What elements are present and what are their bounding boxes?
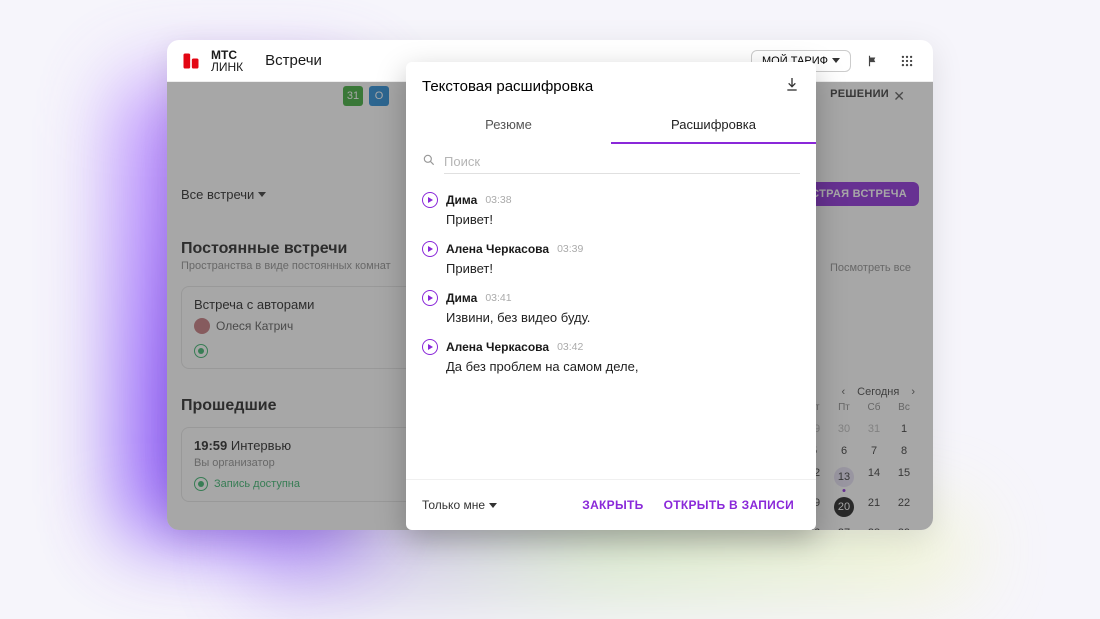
timestamp: 03:38 xyxy=(485,194,511,206)
tab-transcript[interactable]: Расшифровка xyxy=(611,107,816,144)
transcript-message: Дима 03:41 Извини, без видео буду. xyxy=(422,280,800,329)
search-icon xyxy=(422,153,436,172)
open-in-recording-button[interactable]: ОТКРЫТЬ В ЗАПИСИ xyxy=(658,494,800,516)
message-text: Извини, без видео буду. xyxy=(446,310,800,325)
timestamp: 03:42 xyxy=(557,341,583,353)
chevron-down-icon xyxy=(832,58,840,63)
dialog-tabs: Резюме Расшифровка xyxy=(406,107,816,144)
dialog-footer: Только мне ЗАКРЫТЬ ОТКРЫТЬ В ЗАПИСИ xyxy=(406,479,816,530)
speaker-name: Алена Черкасова xyxy=(446,340,549,354)
close-button[interactable]: ЗАКРЫТЬ xyxy=(576,494,649,516)
message-text: Да без проблем на самом деле, xyxy=(446,359,800,374)
timestamp: 03:39 xyxy=(557,243,583,255)
timestamp: 03:41 xyxy=(485,292,511,304)
chevron-down-icon xyxy=(489,503,497,508)
dialog-title: Текстовая расшифровка xyxy=(422,78,593,95)
page-title: Встречи xyxy=(265,52,322,69)
transcript-message: Алена Черкасова 03:39 Привет! xyxy=(422,231,800,280)
play-icon[interactable] xyxy=(422,339,438,355)
flag-icon[interactable] xyxy=(861,49,885,73)
transcript-dialog: Текстовая расшифровка Резюме Расшифровка… xyxy=(406,62,816,530)
download-icon[interactable] xyxy=(784,76,800,97)
brand-text: МТС ЛИНК xyxy=(211,49,243,73)
transcript-message: Алена Черкасова 03:42 Да без проблем на … xyxy=(422,329,800,378)
speaker-name: Дима xyxy=(446,291,477,305)
speaker-name: Алена Черкасова xyxy=(446,242,549,256)
play-icon[interactable] xyxy=(422,290,438,306)
play-icon[interactable] xyxy=(422,192,438,208)
search-input[interactable] xyxy=(444,150,800,174)
share-dropdown[interactable]: Только мне xyxy=(422,498,497,512)
play-icon[interactable] xyxy=(422,241,438,257)
message-text: Привет! xyxy=(446,261,800,276)
transcript-list: Дима 03:38 Привет! Алена Черкасова 03:39… xyxy=(406,176,816,479)
message-text: Привет! xyxy=(446,212,800,227)
transcript-message: Дима 03:38 Привет! xyxy=(422,182,800,231)
speaker-name: Дима xyxy=(446,193,477,207)
tab-summary[interactable]: Резюме xyxy=(406,107,611,144)
apps-icon[interactable] xyxy=(895,49,919,73)
logo-icon xyxy=(181,51,201,71)
